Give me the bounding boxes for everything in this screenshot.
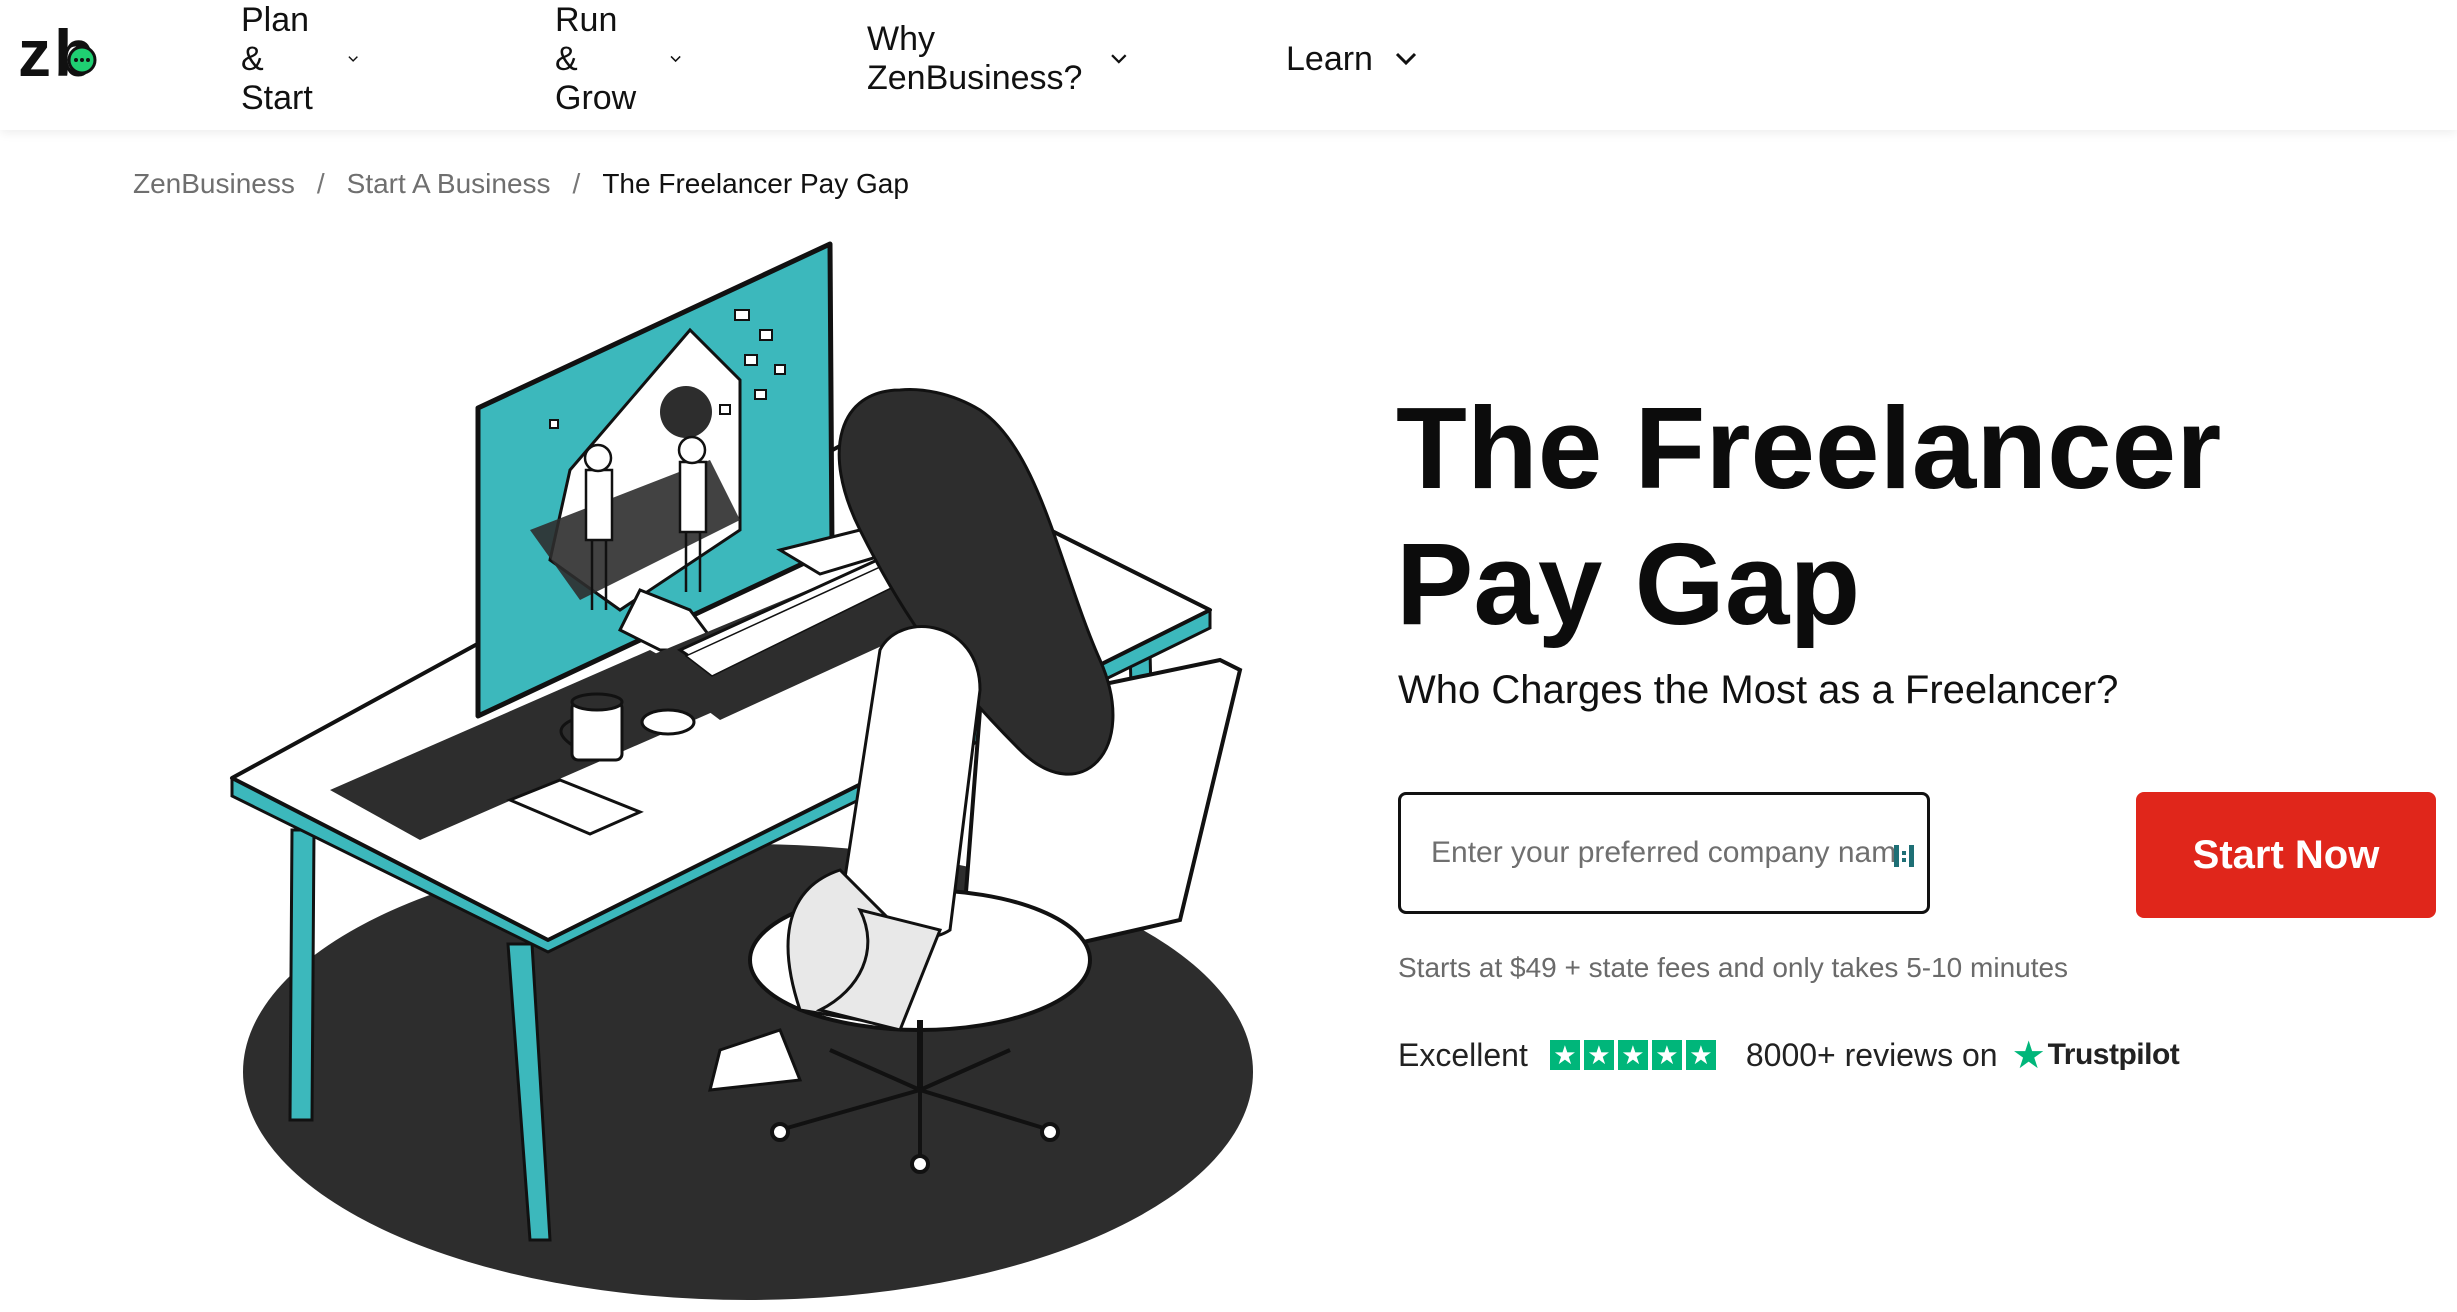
nav-label: Why ZenBusiness? — [867, 20, 1083, 97]
freelancer-desk-illustration — [230, 241, 1253, 1300]
star-icon: ★ — [1651, 1040, 1682, 1070]
review-count: 8000+ reviews on — [1745, 1036, 1998, 1073]
trustpilot-rating[interactable]: Excellent ★ ★ ★ ★ ★ 8000+ reviews on ★ T… — [1398, 1030, 2180, 1080]
chevron-down-icon — [670, 55, 681, 63]
company-name-field[interactable] — [1398, 792, 1930, 914]
nav-label: Run & Grow — [555, 0, 637, 117]
page-title: The Freelancer Pay Gap — [1396, 380, 2396, 652]
pricing-note: Starts at $49 + state fees and only take… — [1398, 952, 2069, 983]
star-icon: ★ — [1617, 1040, 1648, 1070]
nav-why-zenbusiness[interactable]: Why ZenBusiness? — [867, 20, 1128, 97]
nav-label: Plan & Start — [241, 0, 313, 117]
breadcrumb-separator: / — [572, 168, 581, 199]
zenbusiness-logo[interactable]: z b — [18, 18, 108, 88]
company-name-input[interactable] — [1429, 835, 1899, 871]
rating-stars: ★ ★ ★ ★ ★ — [1549, 1040, 1716, 1070]
nav-learn[interactable]: Learn — [1286, 36, 1419, 82]
start-now-button[interactable]: Start Now — [2136, 792, 2436, 918]
trustpilot-wordmark: Trustpilot — [2047, 1038, 2180, 1071]
page-subtitle: Who Charges the Most as a Freelancer? — [1398, 668, 2119, 712]
trustpilot-logo[interactable]: ★ Trustpilot — [2012, 1033, 2180, 1078]
chevron-down-icon — [1395, 52, 1417, 66]
nav-plan-start[interactable]: Plan & Start — [241, 1, 359, 117]
rating-label: Excellent — [1398, 1036, 1528, 1073]
svg-text:z: z — [18, 18, 51, 88]
breadcrumb-link-start-a-business[interactable]: Start A Business — [347, 168, 551, 200]
star-icon: ★ — [1583, 1040, 1614, 1070]
site-header: z b Plan & Start Run & Grow Why ZenBusin… — [0, 0, 2457, 130]
star-icon: ★ — [1685, 1040, 1716, 1070]
trustpilot-star-icon: ★ — [2011, 1034, 2046, 1077]
nav-run-grow[interactable]: Run & Grow — [555, 1, 682, 117]
star-icon: ★ — [1549, 1040, 1580, 1070]
breadcrumb: ZenBusiness / Start A Business / The Fre… — [133, 168, 909, 200]
page-title-line-1: The Freelancer — [1396, 383, 2222, 513]
chevron-down-icon — [1110, 54, 1127, 64]
nav-label: Learn — [1286, 39, 1373, 78]
breadcrumb-link-home[interactable]: ZenBusiness — [133, 168, 295, 200]
chevron-down-icon — [347, 56, 358, 62]
page-title-line-2: Pay Gap — [1396, 519, 1861, 649]
password-manager-icon[interactable] — [1891, 841, 1917, 871]
breadcrumb-separator: / — [316, 168, 325, 199]
breadcrumb-current: The Freelancer Pay Gap — [602, 168, 909, 199]
